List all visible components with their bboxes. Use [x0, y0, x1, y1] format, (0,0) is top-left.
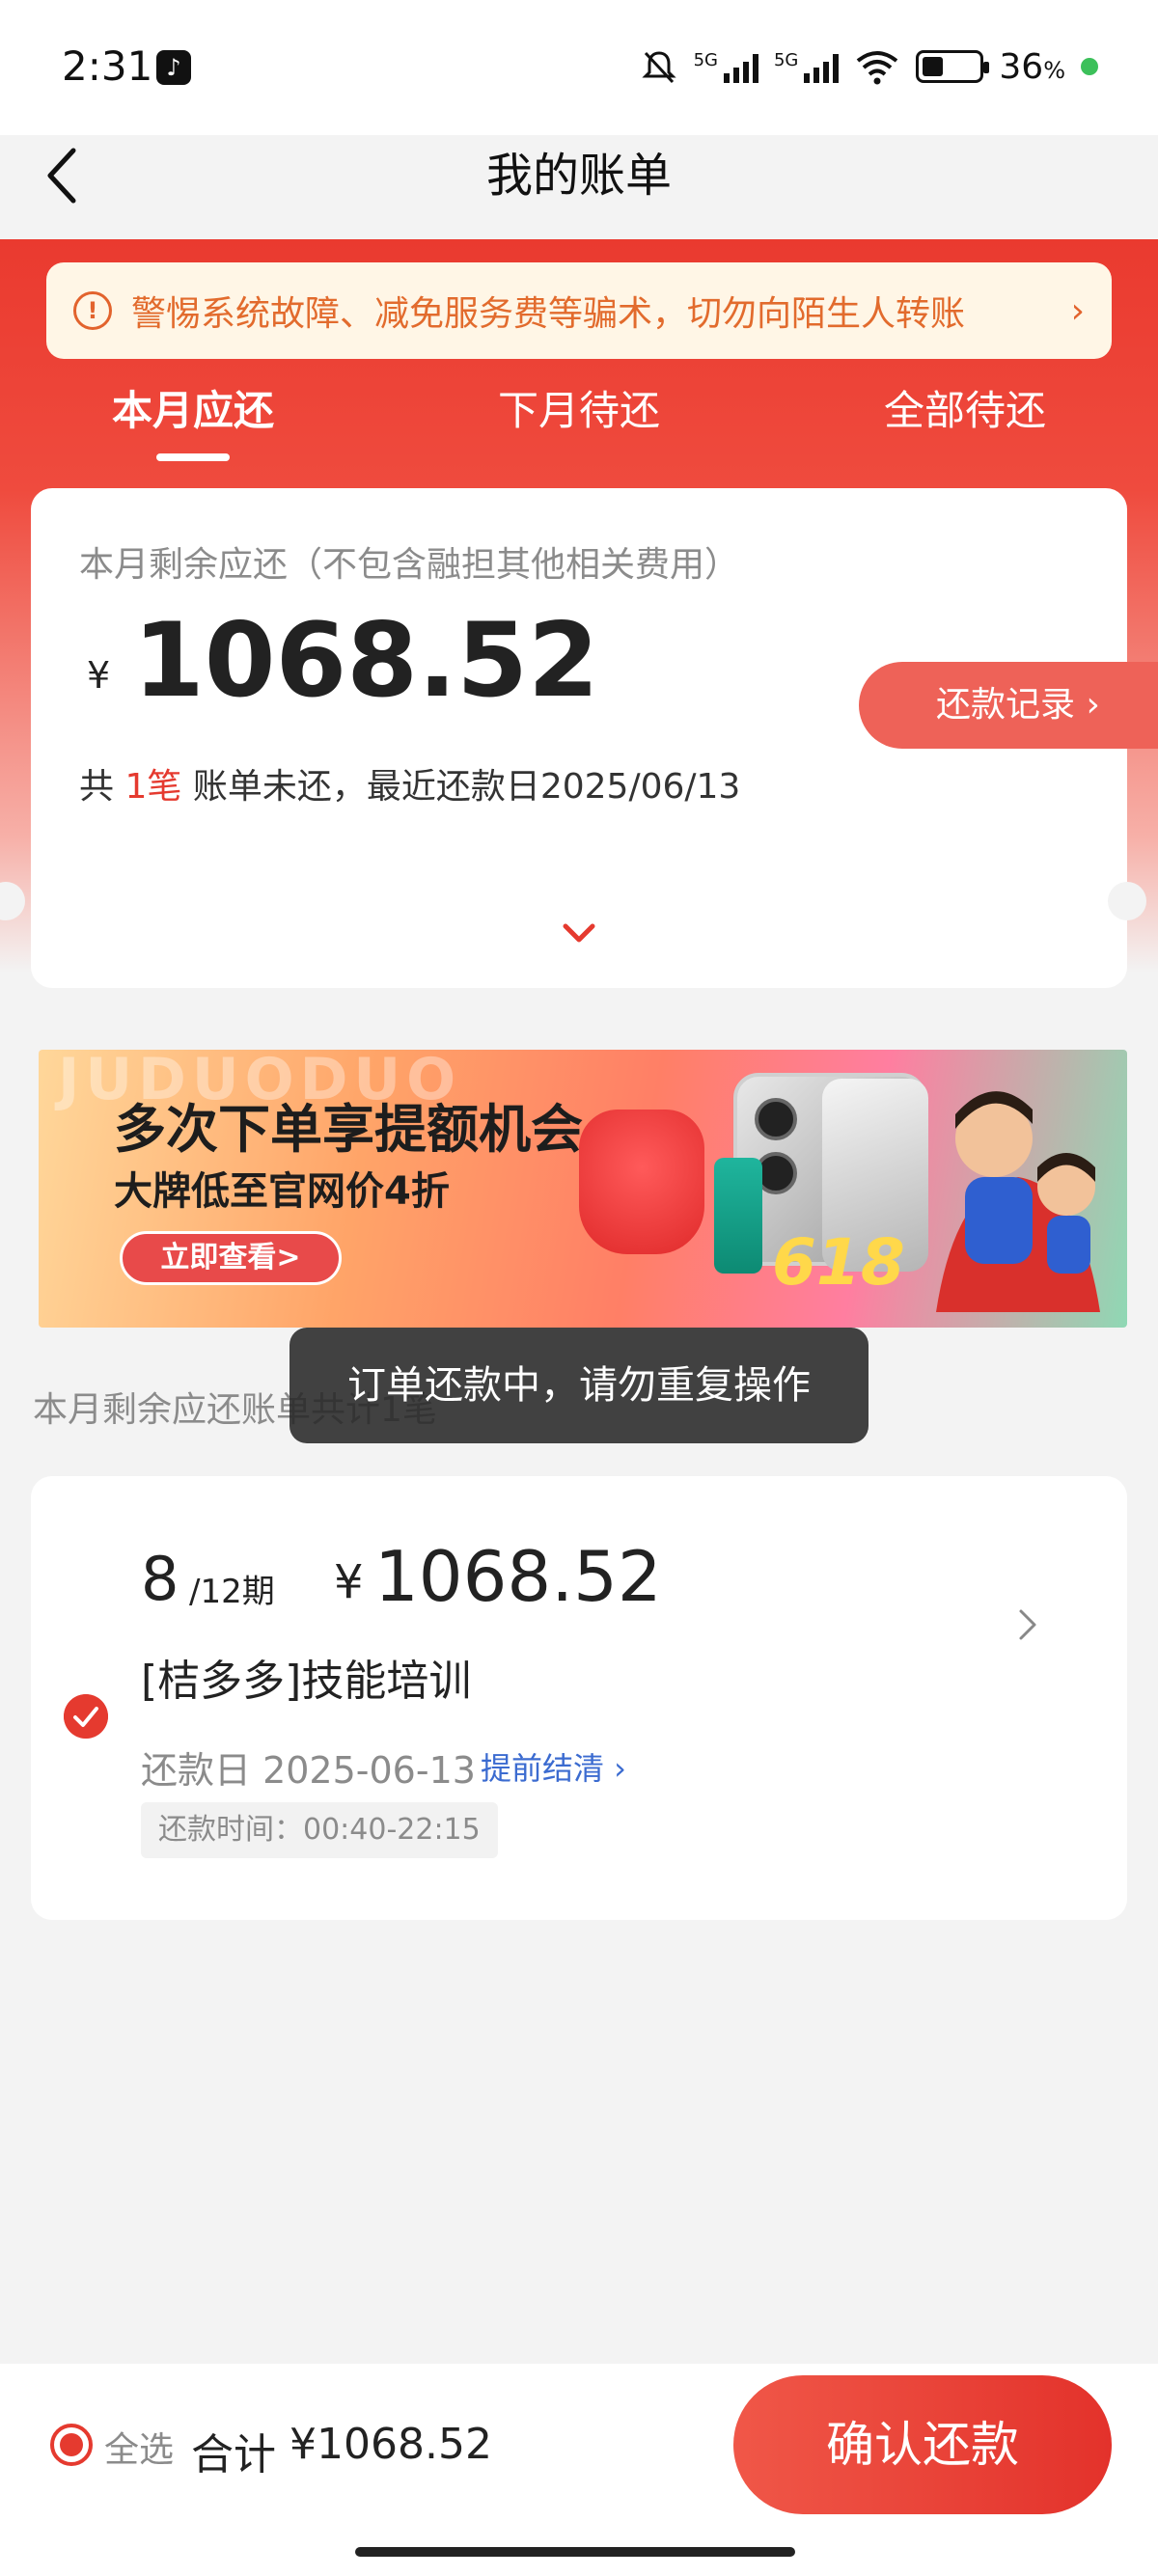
repayment-record-button[interactable]: 还款记录 › [859, 662, 1158, 749]
bottle-image [714, 1158, 762, 1274]
bill-count: 1笔 [124, 767, 182, 807]
bill-amount: 1068.52 [374, 1536, 662, 1617]
confirm-repayment-button[interactable]: 确认还款 [733, 2375, 1112, 2514]
repay-time-tag: 还款时间：00:40-22:15 [141, 1802, 498, 1858]
bill-period-current: 8 [141, 1544, 179, 1614]
total-label: 合计 [191, 2430, 276, 2480]
card-notch-right [1108, 882, 1146, 920]
tab-next-month[interactable]: 下月待还 [434, 378, 724, 437]
promo-badge-618: 618 [772, 1225, 905, 1300]
signal-icon-2: 5G [773, 50, 840, 83]
mute-icon [641, 51, 676, 84]
tiktok-icon: ♪ [156, 50, 191, 85]
chevron-right-icon[interactable] [1017, 1607, 1040, 1642]
battery-fill [923, 57, 943, 76]
chevron-down-icon[interactable] [562, 922, 596, 945]
battery-percent: 36% [999, 46, 1065, 87]
page-title: 我的账单 [485, 149, 672, 203]
status-icons: 5G 5G 36% [640, 42, 1098, 91]
summary-suffix: 账单未还，最近还款日2025/06/13 [192, 767, 741, 807]
promo-subtitle: 大牌低至官网价4折 [114, 1169, 450, 1214]
tab-all-pending[interactable]: 全部待还 [820, 378, 1110, 437]
bill-checkbox[interactable] [64, 1694, 108, 1739]
early-settle-link[interactable]: 提前结清 › [481, 1744, 626, 1789]
chevron-right-icon: › [1070, 290, 1085, 331]
remaining-amount: 1068.52 [133, 601, 599, 720]
status-time: 2:31 [62, 42, 153, 90]
bill-summary-text: 共 1笔 账单未还，最近还款日2025/06/13 [79, 758, 740, 808]
wifi-icon [857, 51, 898, 85]
signal-label: 5G [693, 50, 718, 70]
fraud-warning-banner[interactable]: ! 警惕系统故障、减免服务费等骗术，切勿向陌生人转账 › [46, 262, 1112, 359]
tab-this-month[interactable]: 本月应还 [48, 378, 338, 437]
select-all-radio[interactable] [50, 2424, 93, 2466]
home-indicator[interactable] [355, 2547, 795, 2557]
promo-view-now-button[interactable]: 立即查看> [120, 1231, 342, 1285]
signal-label-2: 5G [773, 50, 799, 70]
bill-period-total: /12期 [189, 1573, 275, 1611]
active-tab-indicator [156, 453, 230, 461]
signal-icon: 5G [694, 50, 758, 83]
bill-due-date: 还款日 2025-06-13 [141, 1749, 476, 1792]
privacy-indicator-icon [1081, 58, 1098, 75]
toast-message: 订单还款中，请勿重复操作 [290, 1328, 868, 1443]
warning-text: 警惕系统故障、减免服务费等骗术，切勿向陌生人转账 [131, 294, 966, 334]
total-amount: ¥1068.52 [290, 2420, 492, 2469]
promo-title: 多次下单享提额机会 [114, 1099, 583, 1160]
battery-icon [916, 50, 990, 83]
bill-name: [桔多多]技能培训 [141, 1657, 472, 1706]
bill-currency-symbol: ¥ [334, 1555, 364, 1609]
currency-symbol: ¥ [87, 654, 111, 697]
warning-icon: ! [73, 291, 112, 330]
superhero-figure-image [936, 1091, 1100, 1312]
summary-subtitle: 本月剩余应还（不包含融担其他相关费用） [79, 545, 740, 585]
summary-prefix: 共 [79, 767, 115, 807]
select-all-label[interactable]: 全选 [104, 2422, 174, 2472]
camera-lens [755, 1098, 797, 1140]
toy-image [579, 1110, 704, 1254]
